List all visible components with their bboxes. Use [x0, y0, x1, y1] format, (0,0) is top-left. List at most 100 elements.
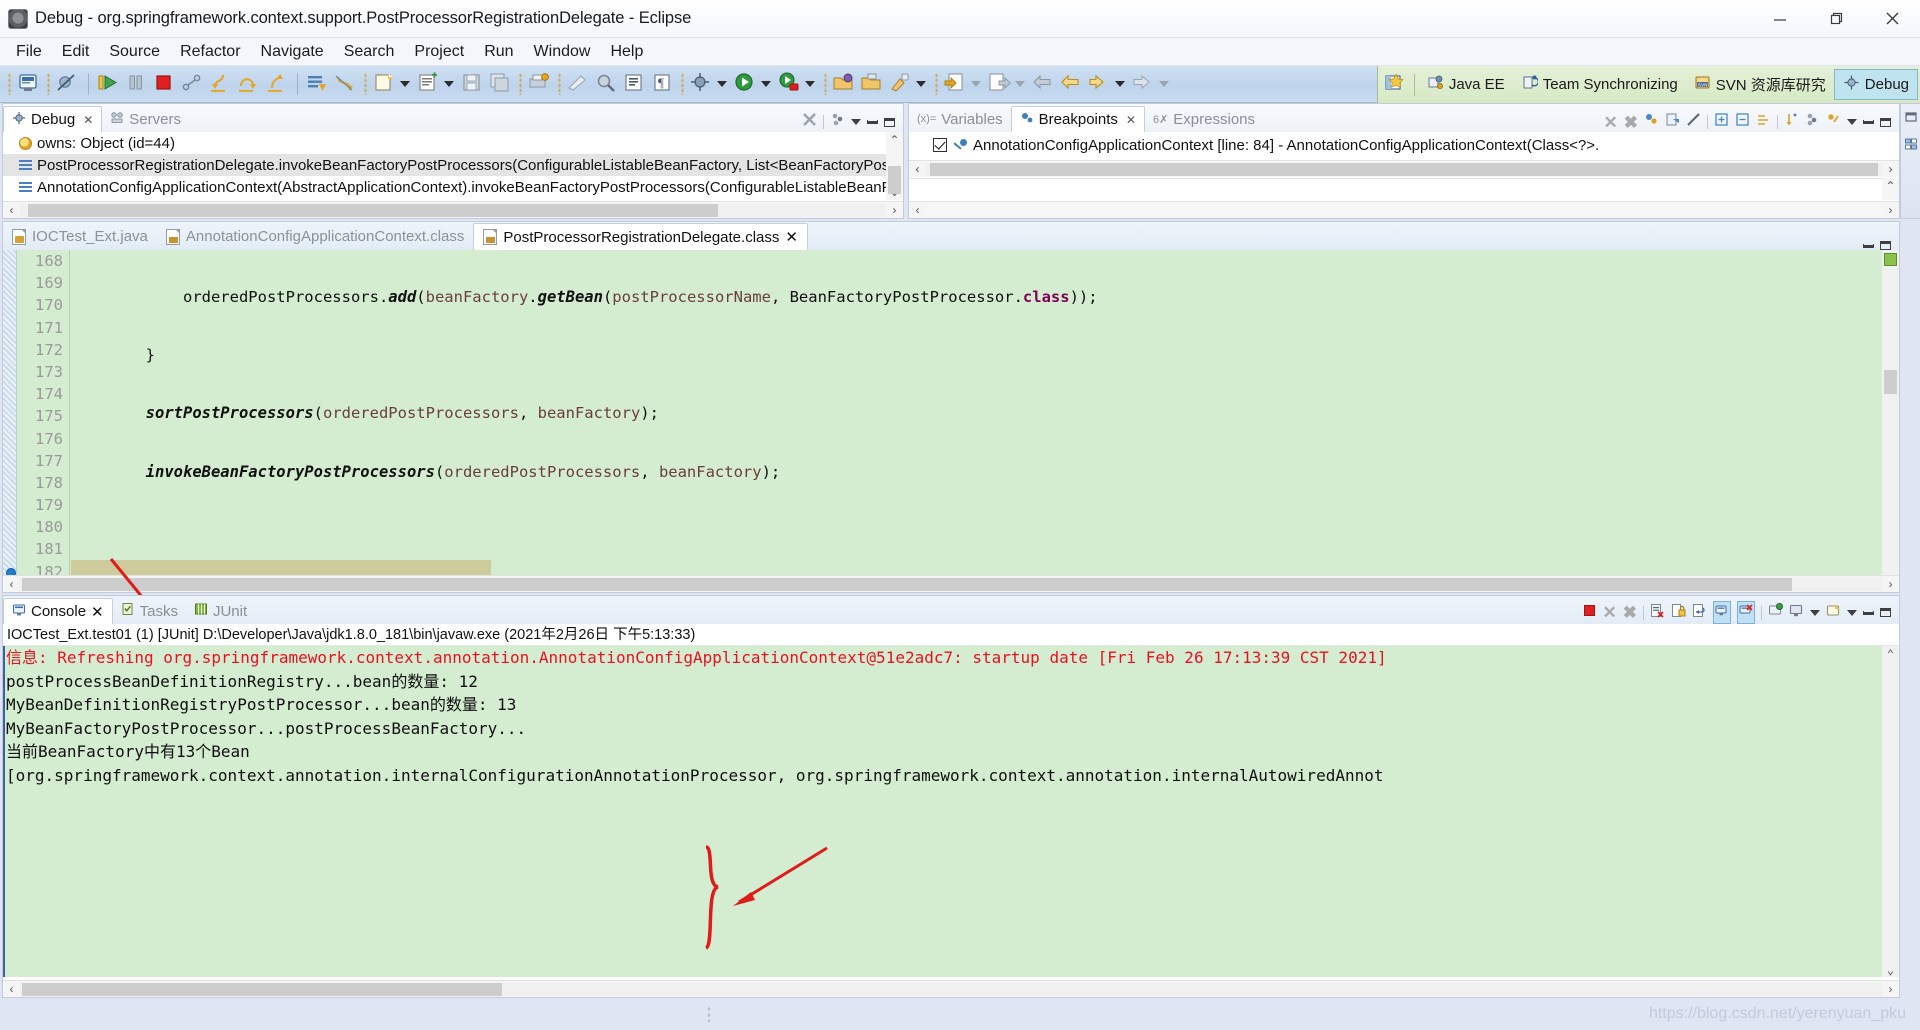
tab-breakpoints[interactable]: Breakpoints ✕ — [1010, 106, 1145, 132]
new-file-dropdown-icon[interactable] — [400, 81, 410, 87]
maximize-icon[interactable] — [1880, 117, 1891, 127]
mark-occurrences-icon[interactable] — [621, 70, 649, 98]
menu-project[interactable]: Project — [404, 41, 474, 63]
stack-frame-row[interactable]: AnnotationConfigApplicationContext(Abstr… — [3, 176, 886, 198]
menu-window[interactable]: Window — [524, 41, 601, 63]
debug-icon[interactable] — [688, 70, 716, 98]
remove-all-launches-icon[interactable]: ✖ — [1623, 604, 1637, 621]
annotation-dropdown-icon[interactable] — [1115, 81, 1125, 87]
resume-icon[interactable] — [95, 70, 123, 98]
terminate-icon[interactable] — [1582, 603, 1597, 623]
tab-servers[interactable]: Servers — [102, 106, 189, 132]
minimize-icon[interactable] — [867, 120, 878, 124]
display-selected-console-icon[interactable] — [1789, 603, 1804, 623]
scroll-right-icon[interactable]: › — [886, 203, 903, 217]
open-package-icon[interactable] — [859, 70, 887, 98]
minimize-button[interactable] — [1752, 0, 1808, 38]
new-folder-icon[interactable] — [415, 70, 443, 98]
add-exception-icon[interactable] — [1805, 112, 1820, 132]
scroll-left-icon[interactable]: ‹ — [909, 162, 926, 176]
search-icon[interactable] — [593, 70, 621, 98]
scroll-left-icon[interactable]: ‹ — [3, 203, 20, 217]
scroll-thumb[interactable] — [28, 203, 718, 217]
scroll-up-icon[interactable]: ⌃ — [1882, 646, 1899, 662]
stack-frame-list[interactable]: owns: Object (id=44) PostProcessorRegist… — [3, 132, 886, 200]
save-icon[interactable] — [459, 70, 487, 98]
suspend-icon[interactable] — [123, 70, 151, 98]
perspective-java-ee[interactable]: Java EE — [1419, 69, 1513, 100]
external-tools-dropdown-icon[interactable] — [916, 81, 926, 87]
clear-console-icon[interactable] — [1650, 603, 1665, 623]
close-icon[interactable]: ✕ — [1126, 113, 1136, 127]
open-console-icon[interactable] — [1826, 603, 1841, 623]
print-icon[interactable] — [526, 70, 554, 98]
maximize-icon[interactable] — [1880, 608, 1891, 617]
breakpoint-row[interactable]: AnnotationConfigApplicationContext [line… — [909, 132, 1899, 158]
minimize-icon[interactable] — [1863, 610, 1874, 615]
minimize-icon[interactable] — [1863, 120, 1874, 124]
breakpoints-horizontal-scrollbar[interactable]: ‹ › — [909, 160, 1899, 177]
editor-tab-ioctest[interactable]: IOCTest_Ext.java — [3, 223, 157, 250]
menu-navigate[interactable]: Navigate — [251, 41, 334, 63]
import-icon[interactable] — [942, 70, 970, 98]
new-file-icon[interactable] — [371, 70, 399, 98]
coverage-dropdown-icon[interactable] — [805, 81, 815, 87]
previous-annotation-icon[interactable] — [1058, 70, 1086, 98]
scroll-track[interactable] — [926, 162, 1882, 176]
display-console-dropdown-icon[interactable] — [1810, 609, 1820, 616]
maximize-icon[interactable] — [884, 117, 895, 127]
expand-all-icon[interactable] — [1714, 112, 1729, 132]
run-icon[interactable] — [732, 70, 760, 98]
menu-source[interactable]: Source — [99, 41, 170, 63]
close-icon[interactable]: ✕ — [83, 113, 93, 127]
show-console-on-output-icon[interactable] — [1713, 601, 1731, 624]
perspective-svn[interactable]: SVN SVN 资源库研究 — [1686, 69, 1834, 100]
drop-to-frame-icon[interactable] — [830, 112, 845, 132]
editor-horizontal-scrollbar[interactable]: ‹ › — [3, 575, 1899, 592]
forward-dropdown-icon[interactable] — [1159, 81, 1169, 87]
console-horizontal-scrollbar[interactable]: ‹ › — [3, 980, 1899, 997]
back-icon[interactable] — [1030, 70, 1058, 98]
scroll-track[interactable] — [20, 982, 1882, 996]
scroll-track[interactable] — [20, 577, 1882, 591]
new-wizard-icon[interactable] — [15, 70, 43, 98]
scroll-right-icon[interactable]: › — [1882, 577, 1899, 591]
code-text[interactable]: orderedPostProcessors.add(beanFactory.ge… — [71, 250, 1882, 592]
remove-breakpoint-icon[interactable]: ✕ — [1604, 114, 1618, 131]
tab-expressions[interactable]: 6✗ Expressions — [1145, 106, 1263, 132]
step-return-icon[interactable] — [263, 70, 291, 98]
forward-icon[interactable] — [1130, 70, 1158, 98]
scroll-thumb[interactable] — [930, 162, 1878, 176]
scroll-thumb[interactable] — [22, 577, 1792, 591]
disconnect-all-icon[interactable] — [802, 112, 817, 132]
remove-all-breakpoints-icon[interactable]: ✖ — [1624, 114, 1638, 131]
menu-file[interactable]: File — [6, 41, 52, 63]
sort-icon[interactable] — [1784, 112, 1799, 132]
run-dropdown-icon[interactable] — [761, 81, 771, 87]
scroll-right-icon[interactable]: › — [1882, 162, 1899, 176]
tab-junit[interactable]: JUnit — [186, 598, 255, 624]
tab-tasks[interactable]: Tasks — [113, 598, 186, 624]
drop-to-frame-icon[interactable] — [304, 70, 332, 98]
step-over-icon[interactable] — [235, 70, 263, 98]
breakpoints-list[interactable]: AnnotationConfigApplicationContext [line… — [909, 132, 1899, 160]
open-perspective-icon[interactable] — [1382, 71, 1410, 99]
open-console-dropdown-icon[interactable] — [1847, 609, 1857, 616]
terminate-icon[interactable] — [151, 70, 179, 98]
scroll-left-icon[interactable]: ‹ — [3, 982, 20, 996]
editor-tab-annotationconfig[interactable]: AnnotationConfigApplicationContext.class — [157, 223, 474, 250]
menu-search[interactable]: Search — [334, 41, 405, 63]
pin-console-icon[interactable] — [1768, 602, 1783, 623]
use-step-filters-icon[interactable] — [332, 70, 360, 98]
editor-tab-postprocessor[interactable]: PostProcessorRegistrationDelegate.class … — [473, 223, 808, 250]
breakpoints-detail-hscroll[interactable]: ‹ › — [909, 201, 1899, 218]
scroll-thumb[interactable] — [22, 982, 502, 996]
console-output[interactable]: 信息: Refreshing org.springframework.conte… — [3, 646, 1899, 977]
perspective-team-synchronizing[interactable]: Team Synchronizing — [1513, 69, 1686, 100]
remove-launch-icon[interactable]: ✕ — [1603, 604, 1617, 621]
new-folder-dropdown-icon[interactable] — [444, 81, 454, 87]
perspective-debug[interactable]: Debug — [1833, 69, 1918, 100]
restore-view-icon[interactable] — [1904, 110, 1918, 129]
scroll-left-icon[interactable]: ‹ — [3, 577, 20, 591]
working-sets-icon[interactable] — [1756, 112, 1771, 132]
